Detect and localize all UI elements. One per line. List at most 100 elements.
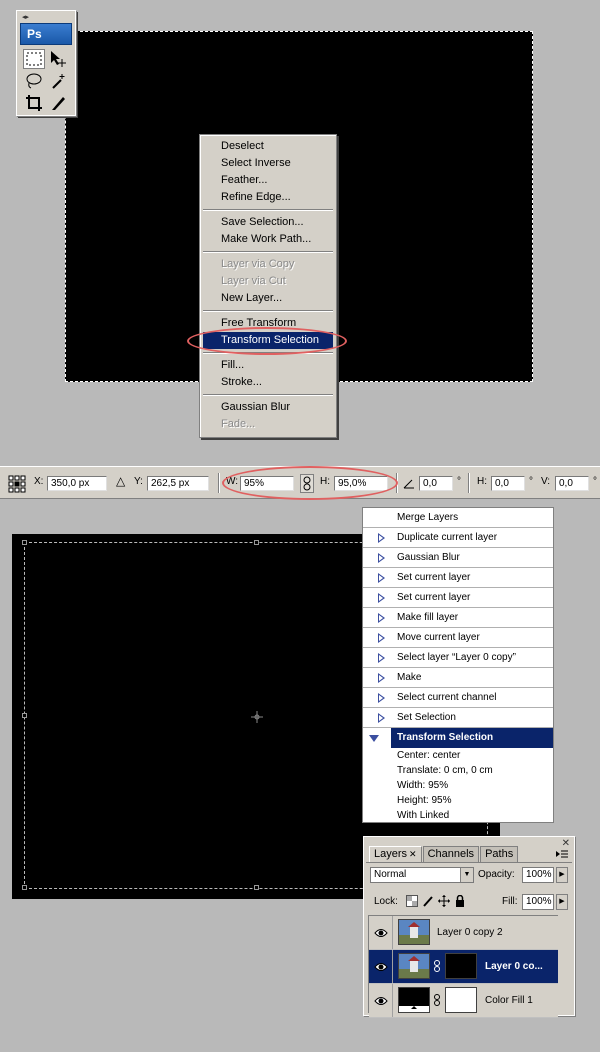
mask-link-icon[interactable] bbox=[434, 960, 440, 975]
lock-position-icon[interactable] bbox=[438, 895, 450, 910]
layers-panel-tabs: Layers ✕ Channels Paths bbox=[369, 846, 519, 862]
action-step[interactable]: Merge Layers bbox=[363, 508, 553, 528]
menu-item-select-inverse[interactable]: Select Inverse bbox=[203, 155, 333, 172]
panel-close-icon[interactable]: ✕ bbox=[562, 838, 570, 849]
expand-triangle-icon[interactable] bbox=[378, 653, 385, 663]
menu-item-gaussian-blur[interactable]: Gaussian Blur bbox=[203, 399, 333, 416]
tab-paths[interactable]: Paths bbox=[480, 846, 519, 862]
action-step-label: Select layer “Layer 0 copy” bbox=[397, 652, 516, 663]
menu-item-stroke[interactable]: Stroke... bbox=[203, 374, 333, 391]
expand-triangle-icon[interactable] bbox=[378, 713, 385, 723]
menu-item-make-work-path[interactable]: Make Work Path... bbox=[203, 231, 333, 248]
mask-link-icon[interactable] bbox=[434, 994, 440, 1009]
hskew-input[interactable]: 0,0 bbox=[491, 476, 525, 491]
x-input[interactable]: 350,0 px bbox=[47, 476, 107, 491]
visibility-eye-icon[interactable] bbox=[369, 950, 393, 983]
opacity-label: Opacity: bbox=[478, 869, 515, 880]
expand-triangle-icon[interactable] bbox=[378, 593, 385, 603]
photoshop-logo[interactable]: Ps bbox=[20, 23, 72, 45]
menu-item-fill[interactable]: Fill... bbox=[203, 357, 333, 374]
layer-name[interactable]: Color Fill 1 bbox=[485, 995, 533, 1006]
action-step[interactable]: Select current channel bbox=[363, 688, 553, 708]
expand-triangle-icon[interactable] bbox=[378, 553, 385, 563]
layer-thumbnail[interactable] bbox=[398, 987, 430, 1013]
action-step[interactable]: Move current layer bbox=[363, 628, 553, 648]
vskew-input[interactable]: 0,0 bbox=[555, 476, 589, 491]
tab-channels[interactable]: Channels bbox=[422, 846, 480, 862]
expand-triangle-icon[interactable] bbox=[378, 693, 385, 703]
lock-transparent-icon[interactable] bbox=[406, 895, 418, 910]
layer-mask-thumbnail[interactable] bbox=[445, 953, 477, 979]
transform-handle[interactable] bbox=[254, 885, 259, 890]
menu-item-new-layer[interactable]: New Layer... bbox=[203, 290, 333, 307]
layer-name[interactable]: Layer 0 copy 2 bbox=[437, 927, 503, 938]
action-step[interactable]: Make bbox=[363, 668, 553, 688]
transform-handle[interactable] bbox=[22, 713, 27, 718]
tab-layers[interactable]: Layers ✕ bbox=[369, 846, 422, 862]
actions-panel: Merge Layers Duplicate current layer Gauss… bbox=[362, 507, 554, 823]
layer-row[interactable]: Color Fill 1 bbox=[369, 984, 558, 1018]
highlight-ellipse-width-height bbox=[222, 466, 398, 500]
reference-point-icon[interactable] bbox=[8, 475, 26, 493]
transform-center-point-icon[interactable] bbox=[251, 711, 263, 726]
action-step[interactable]: Select layer “Layer 0 copy” bbox=[363, 648, 553, 668]
action-step-selected[interactable]: Transform Selection bbox=[369, 728, 553, 748]
opacity-slider-button[interactable]: ▶ bbox=[556, 867, 568, 883]
marquee-tool-icon[interactable] bbox=[23, 49, 45, 69]
y-input[interactable]: 262,5 px bbox=[147, 476, 209, 491]
action-step[interactable]: Set current layer bbox=[363, 588, 553, 608]
tab-close-icon[interactable]: ✕ bbox=[409, 849, 417, 859]
panel-menu-icon[interactable] bbox=[556, 849, 568, 861]
transform-handle[interactable] bbox=[254, 540, 259, 545]
expand-triangle-icon[interactable] bbox=[378, 533, 385, 543]
rotate-degree: ° bbox=[457, 476, 461, 487]
action-step-label: Make bbox=[397, 672, 422, 683]
layer-name[interactable]: Layer 0 co... bbox=[485, 961, 543, 972]
lock-all-icon[interactable] bbox=[454, 894, 466, 910]
action-step-label: Transform Selection bbox=[397, 732, 494, 743]
action-step[interactable]: Set current layer bbox=[363, 568, 553, 588]
layer-row[interactable]: Layer 0 copy 2 bbox=[369, 916, 558, 950]
layer-thumbnail[interactable] bbox=[398, 919, 430, 945]
magic-wand-tool-icon[interactable] bbox=[47, 71, 69, 91]
opacity-input[interactable]: 100% bbox=[522, 867, 554, 883]
layer-thumbnail[interactable] bbox=[398, 953, 430, 979]
fill-slider-button[interactable]: ▶ bbox=[556, 894, 568, 910]
rotate-angle-icon bbox=[403, 477, 415, 492]
action-step[interactable]: Duplicate current layer bbox=[363, 528, 553, 548]
context-menu: Deselect Select Inverse Feather... Refine E… bbox=[199, 134, 337, 438]
layer-row[interactable]: Layer 0 co... bbox=[369, 950, 558, 984]
slice-tool-icon[interactable] bbox=[47, 93, 69, 113]
lasso-tool-icon[interactable] bbox=[23, 71, 45, 91]
expand-triangle-icon[interactable] bbox=[378, 613, 385, 623]
lock-pixels-icon[interactable] bbox=[422, 895, 434, 910]
menu-item-refine-edge[interactable]: Refine Edge... bbox=[203, 189, 333, 206]
expand-triangle-icon[interactable] bbox=[378, 573, 385, 583]
expand-triangle-icon[interactable] bbox=[378, 673, 385, 683]
crop-tool-icon[interactable] bbox=[23, 93, 45, 113]
toolbox-grip[interactable]: ◂▸ bbox=[17, 11, 75, 23]
collapse-triangle-icon[interactable] bbox=[369, 735, 379, 742]
menu-item-feather[interactable]: Feather... bbox=[203, 172, 333, 189]
layer-mask-thumbnail[interactable] bbox=[445, 987, 477, 1013]
expand-triangle-icon[interactable] bbox=[378, 633, 385, 643]
transform-handle[interactable] bbox=[22, 540, 27, 545]
menu-item-save-selection[interactable]: Save Selection... bbox=[203, 214, 333, 231]
blend-mode-select[interactable]: Normal ▼ bbox=[370, 867, 474, 883]
action-step-label: Select current channel bbox=[397, 692, 497, 703]
action-step[interactable]: Make fill layer bbox=[363, 608, 553, 628]
visibility-eye-icon[interactable] bbox=[369, 916, 393, 949]
move-tool-icon[interactable] bbox=[47, 49, 69, 69]
action-step-label: Duplicate current layer bbox=[397, 532, 498, 543]
visibility-eye-icon[interactable] bbox=[369, 984, 393, 1017]
menu-item-deselect[interactable]: Deselect bbox=[203, 138, 333, 155]
action-step[interactable]: Gaussian Blur bbox=[363, 548, 553, 568]
hskew-label: H: bbox=[477, 476, 487, 487]
action-step[interactable]: Set Selection bbox=[363, 708, 553, 728]
action-parameter: Translate: 0 cm, 0 cm bbox=[397, 765, 493, 776]
transform-handle[interactable] bbox=[22, 885, 27, 890]
fill-input[interactable]: 100% bbox=[522, 894, 554, 910]
menu-item-fade: Fade... bbox=[221, 418, 256, 430]
relative-position-icon[interactable]: △ bbox=[116, 474, 125, 488]
rotate-input[interactable]: 0,0 bbox=[419, 476, 453, 491]
